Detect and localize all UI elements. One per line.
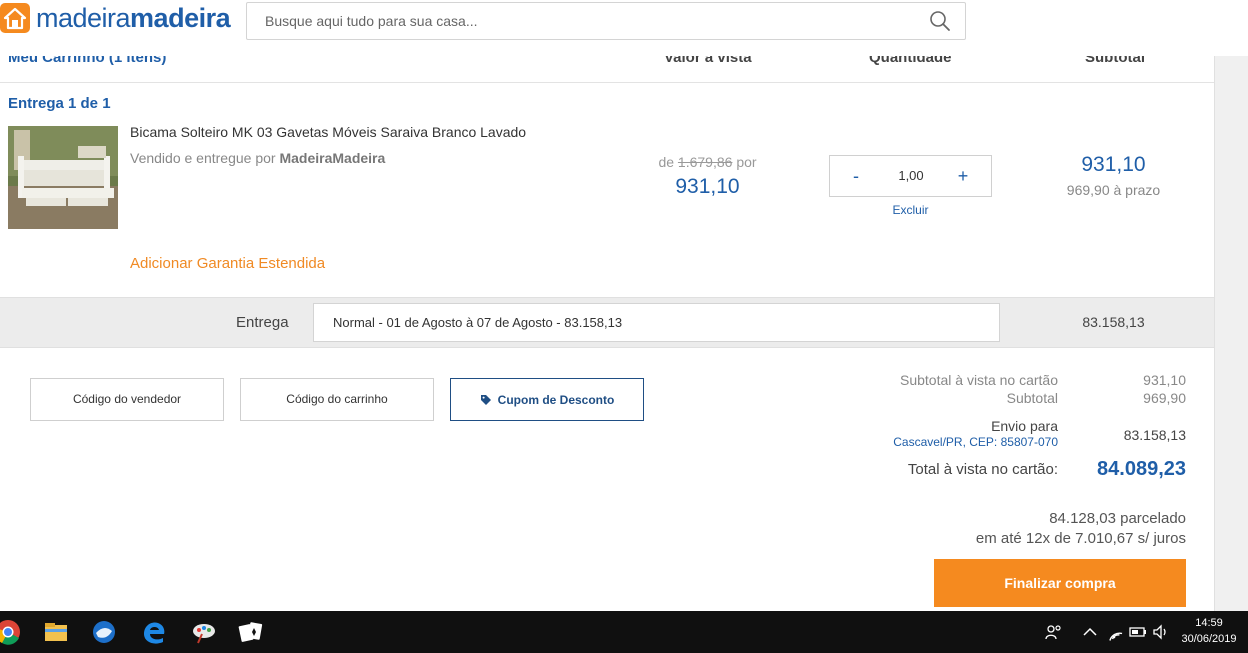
cash-price: 931,10 [675,175,740,198]
solitaire-icon[interactable] [237,618,265,646]
house-logo-icon [0,3,30,33]
checkout-button[interactable]: Finalizar compra [934,559,1186,607]
clock-time: 14:59 [1195,617,1223,629]
search-input[interactable] [247,3,907,39]
increase-quantity-button[interactable]: + [943,156,983,196]
decrease-quantity-button[interactable]: - [836,156,876,196]
shipping-destination-link[interactable]: Cascavel/PR, CEP: 85807-070 [893,435,1058,449]
remove-item-link[interactable]: Excluir [829,203,992,217]
shipping-cost: 83.158,13 [1123,427,1186,443]
taskbar-clock[interactable]: 14:59 30/06/2019 [1178,615,1240,647]
coupon-button[interactable]: Cupom de Desconto [450,378,644,421]
shipping-label: Entrega [236,314,289,331]
divider [0,82,1214,83]
chrome-icon[interactable] [0,618,22,646]
add-warranty-link[interactable]: Adicionar Garantia Estendida [130,255,325,272]
people-icon[interactable] [1044,622,1064,642]
shipping-destination-label: Envio para [991,418,1058,434]
item-subtotal-term: 969,90 à prazo [1066,182,1161,198]
product-image[interactable] [8,126,118,229]
seller-info: Vendido e entregue por MadeiraMadeira [130,150,386,166]
installment-total: 84.128,03 parcelado [1049,510,1186,527]
seller-name: MadeiraMadeira [279,150,386,166]
site-logo[interactable]: madeiramadeira [0,3,231,33]
item-subtotal: 931,10 [1081,153,1146,176]
shipping-option-select[interactable]: Normal - 01 de Agosto à 07 de Agosto - 8… [313,303,1000,342]
product-name[interactable]: Bicama Solteiro MK 03 Gavetas Móveis Sar… [130,124,526,140]
battery-icon[interactable] [1128,622,1148,642]
cart-code-button[interactable]: Código do carrinho [240,378,434,421]
paint-icon[interactable] [190,618,218,646]
shipping-value: 83.158,13 [1082,314,1145,330]
total-value: 84.089,23 [1097,458,1186,480]
subtotal-label: Subtotal [1006,390,1058,406]
windows-taskbar: 14:59 30/06/2019 [0,611,1248,653]
chevron-up-icon[interactable] [1080,622,1100,642]
quantity-stepper: - 1,00 + [829,155,992,197]
wifi-icon[interactable] [1106,622,1126,642]
seller-code-button[interactable]: Código do vendedor [30,378,224,421]
edge-icon[interactable] [140,618,168,646]
subtotal-card-value: 931,10 [1143,372,1186,388]
search-icon[interactable] [929,10,951,32]
quantity-value[interactable]: 1,00 [880,156,942,196]
site-header: madeiramadeira [0,0,1248,56]
total-label: Total à vista no cartão: [907,461,1058,478]
tag-icon [480,394,491,405]
installment-detail: em até 12x de 7.010,67 s/ juros [975,530,1186,547]
old-price: de 1.679,86 por [658,154,757,170]
page-scrollbar[interactable] [1214,56,1248,612]
volume-icon[interactable] [1151,622,1171,642]
cart-page: madeiramadeira Meu Carrinho (1 itens) Va… [0,0,1248,653]
file-explorer-icon[interactable] [42,618,70,646]
clock-date: 30/06/2019 [1181,633,1237,645]
subtotal-value: 969,90 [1143,390,1186,406]
app-icon[interactable] [90,618,118,646]
subtotal-card-label: Subtotal à vista no cartão [900,372,1058,388]
shipping-row: Entrega Normal - 01 de Agosto à 07 de Ag… [0,297,1214,348]
search-bar [246,2,966,40]
delivery-group-label: Entrega 1 de 1 [8,95,111,112]
logo-text: madeiramadeira [36,3,231,33]
